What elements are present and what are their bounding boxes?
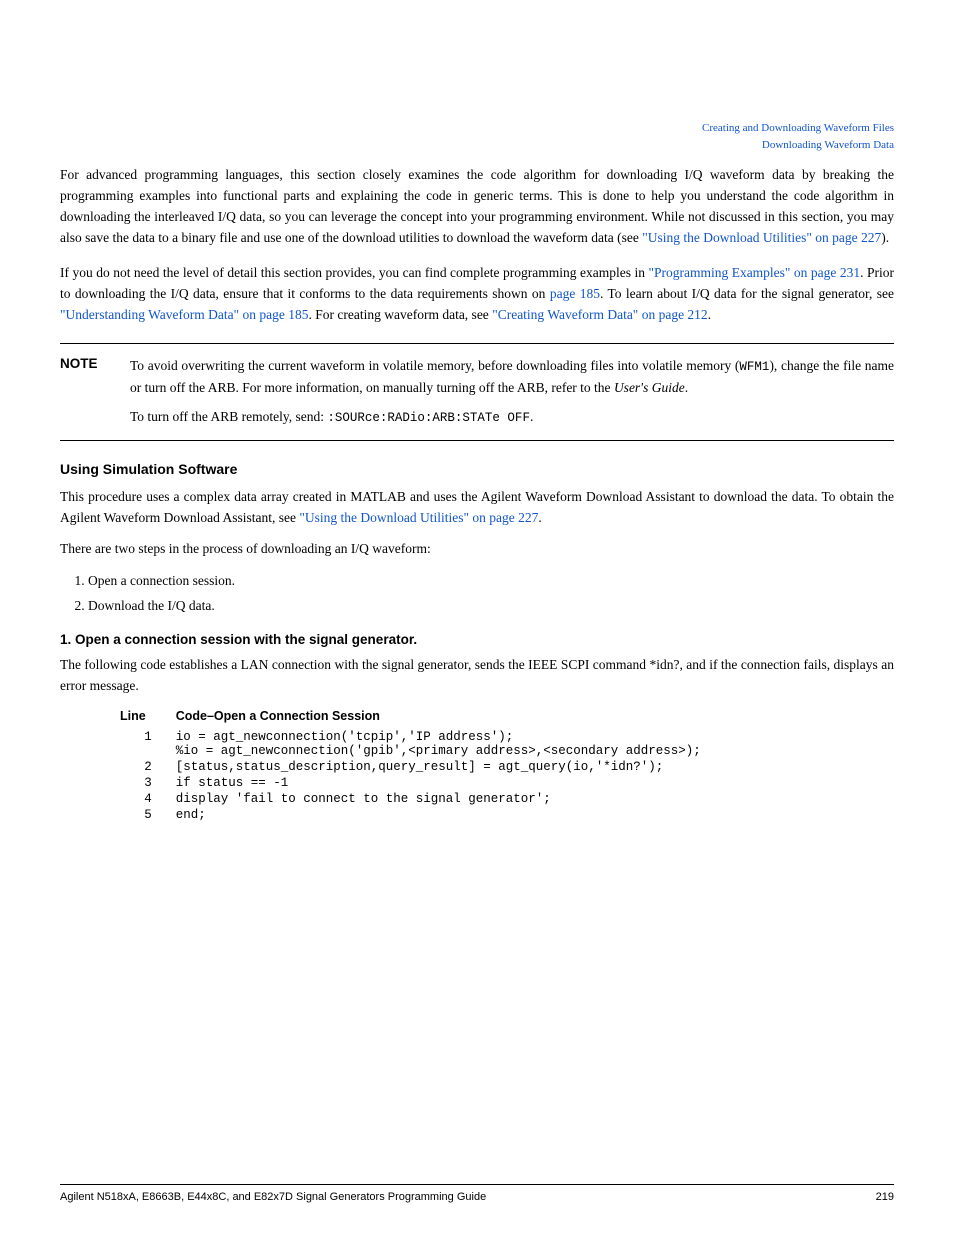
header-breadcrumb: Creating and Downloading Waveform Files … xyxy=(702,120,894,153)
step-1: Open a connection session. xyxy=(88,570,894,593)
steps-list: Open a connection session. Download the … xyxy=(88,570,894,618)
download-utilities-link-1[interactable]: "Using the Download Utilities" on page 2… xyxy=(642,230,881,245)
line-num-5: 5 xyxy=(120,807,176,823)
code-cell-5: end; xyxy=(176,807,894,823)
table-row: 5 end; xyxy=(120,807,894,823)
line-num-4: 4 xyxy=(120,791,176,807)
code-cell-4: display 'fail to connect to the signal g… xyxy=(176,791,894,807)
section-para2: There are two steps in the process of do… xyxy=(60,539,894,560)
code-cell-1: io = agt_newconnection('tcpip','IP addre… xyxy=(176,729,894,759)
breadcrumb-line2[interactable]: Downloading Waveform Data xyxy=(702,137,894,154)
code-cell-2: [status,status_description,query_result]… xyxy=(176,759,894,775)
subsection1-title: 1. Open a connection session with the si… xyxy=(60,632,894,647)
creating-waveform-data-link[interactable]: "Creating Waveform Data" on page 212 xyxy=(492,307,708,322)
intro-para2: If you do not need the level of detail t… xyxy=(60,263,894,326)
col-line-header: Line xyxy=(120,709,176,729)
footer: Agilent N518xA, E8663B, E44x8C, and E82x… xyxy=(60,1184,894,1203)
table-row: 3 if status == -1 xyxy=(120,775,894,791)
code-cell-3: if status == -1 xyxy=(176,775,894,791)
download-utilities-link-2[interactable]: "Using the Download Utilities" on page 2… xyxy=(299,510,538,525)
line-num-2: 2 xyxy=(120,759,176,775)
table-row: 1 io = agt_newconnection('tcpip','IP add… xyxy=(120,729,894,759)
col-code-header: Code–Open a Connection Session xyxy=(176,709,894,729)
code-table: Line Code–Open a Connection Session 1 io… xyxy=(120,709,894,823)
section-title: Using Simulation Software xyxy=(60,461,894,477)
intro-para1: For advanced programming languages, this… xyxy=(60,165,894,249)
note-box: NOTE To avoid overwriting the current wa… xyxy=(60,343,894,441)
footer-page-number: 219 xyxy=(876,1191,894,1203)
note-content: To avoid overwriting the current wavefor… xyxy=(130,356,894,428)
programming-examples-link[interactable]: "Programming Examples" on page 231 xyxy=(648,265,860,280)
breadcrumb-line1[interactable]: Creating and Downloading Waveform Files xyxy=(702,120,894,137)
step-2: Download the I/Q data. xyxy=(88,595,894,618)
page: Creating and Downloading Waveform Files … xyxy=(0,0,954,1235)
line-num-1: 1 xyxy=(120,729,176,759)
note-second-line: To turn off the ARB remotely, send: :SOU… xyxy=(130,407,894,428)
table-row: 4 display 'fail to connect to the signal… xyxy=(120,791,894,807)
note-label: NOTE xyxy=(60,356,112,428)
table-row: 2 [status,status_description,query_resul… xyxy=(120,759,894,775)
section-para1: This procedure uses a complex data array… xyxy=(60,487,894,529)
understanding-waveform-link[interactable]: "Understanding Waveform Data" on page 18… xyxy=(60,307,309,322)
page-185-link-1[interactable]: page 185 xyxy=(550,286,600,301)
footer-left-text: Agilent N518xA, E8663B, E44x8C, and E82x… xyxy=(60,1191,486,1203)
line-num-3: 3 xyxy=(120,775,176,791)
subsection1-para: The following code establishes a LAN con… xyxy=(60,655,894,697)
